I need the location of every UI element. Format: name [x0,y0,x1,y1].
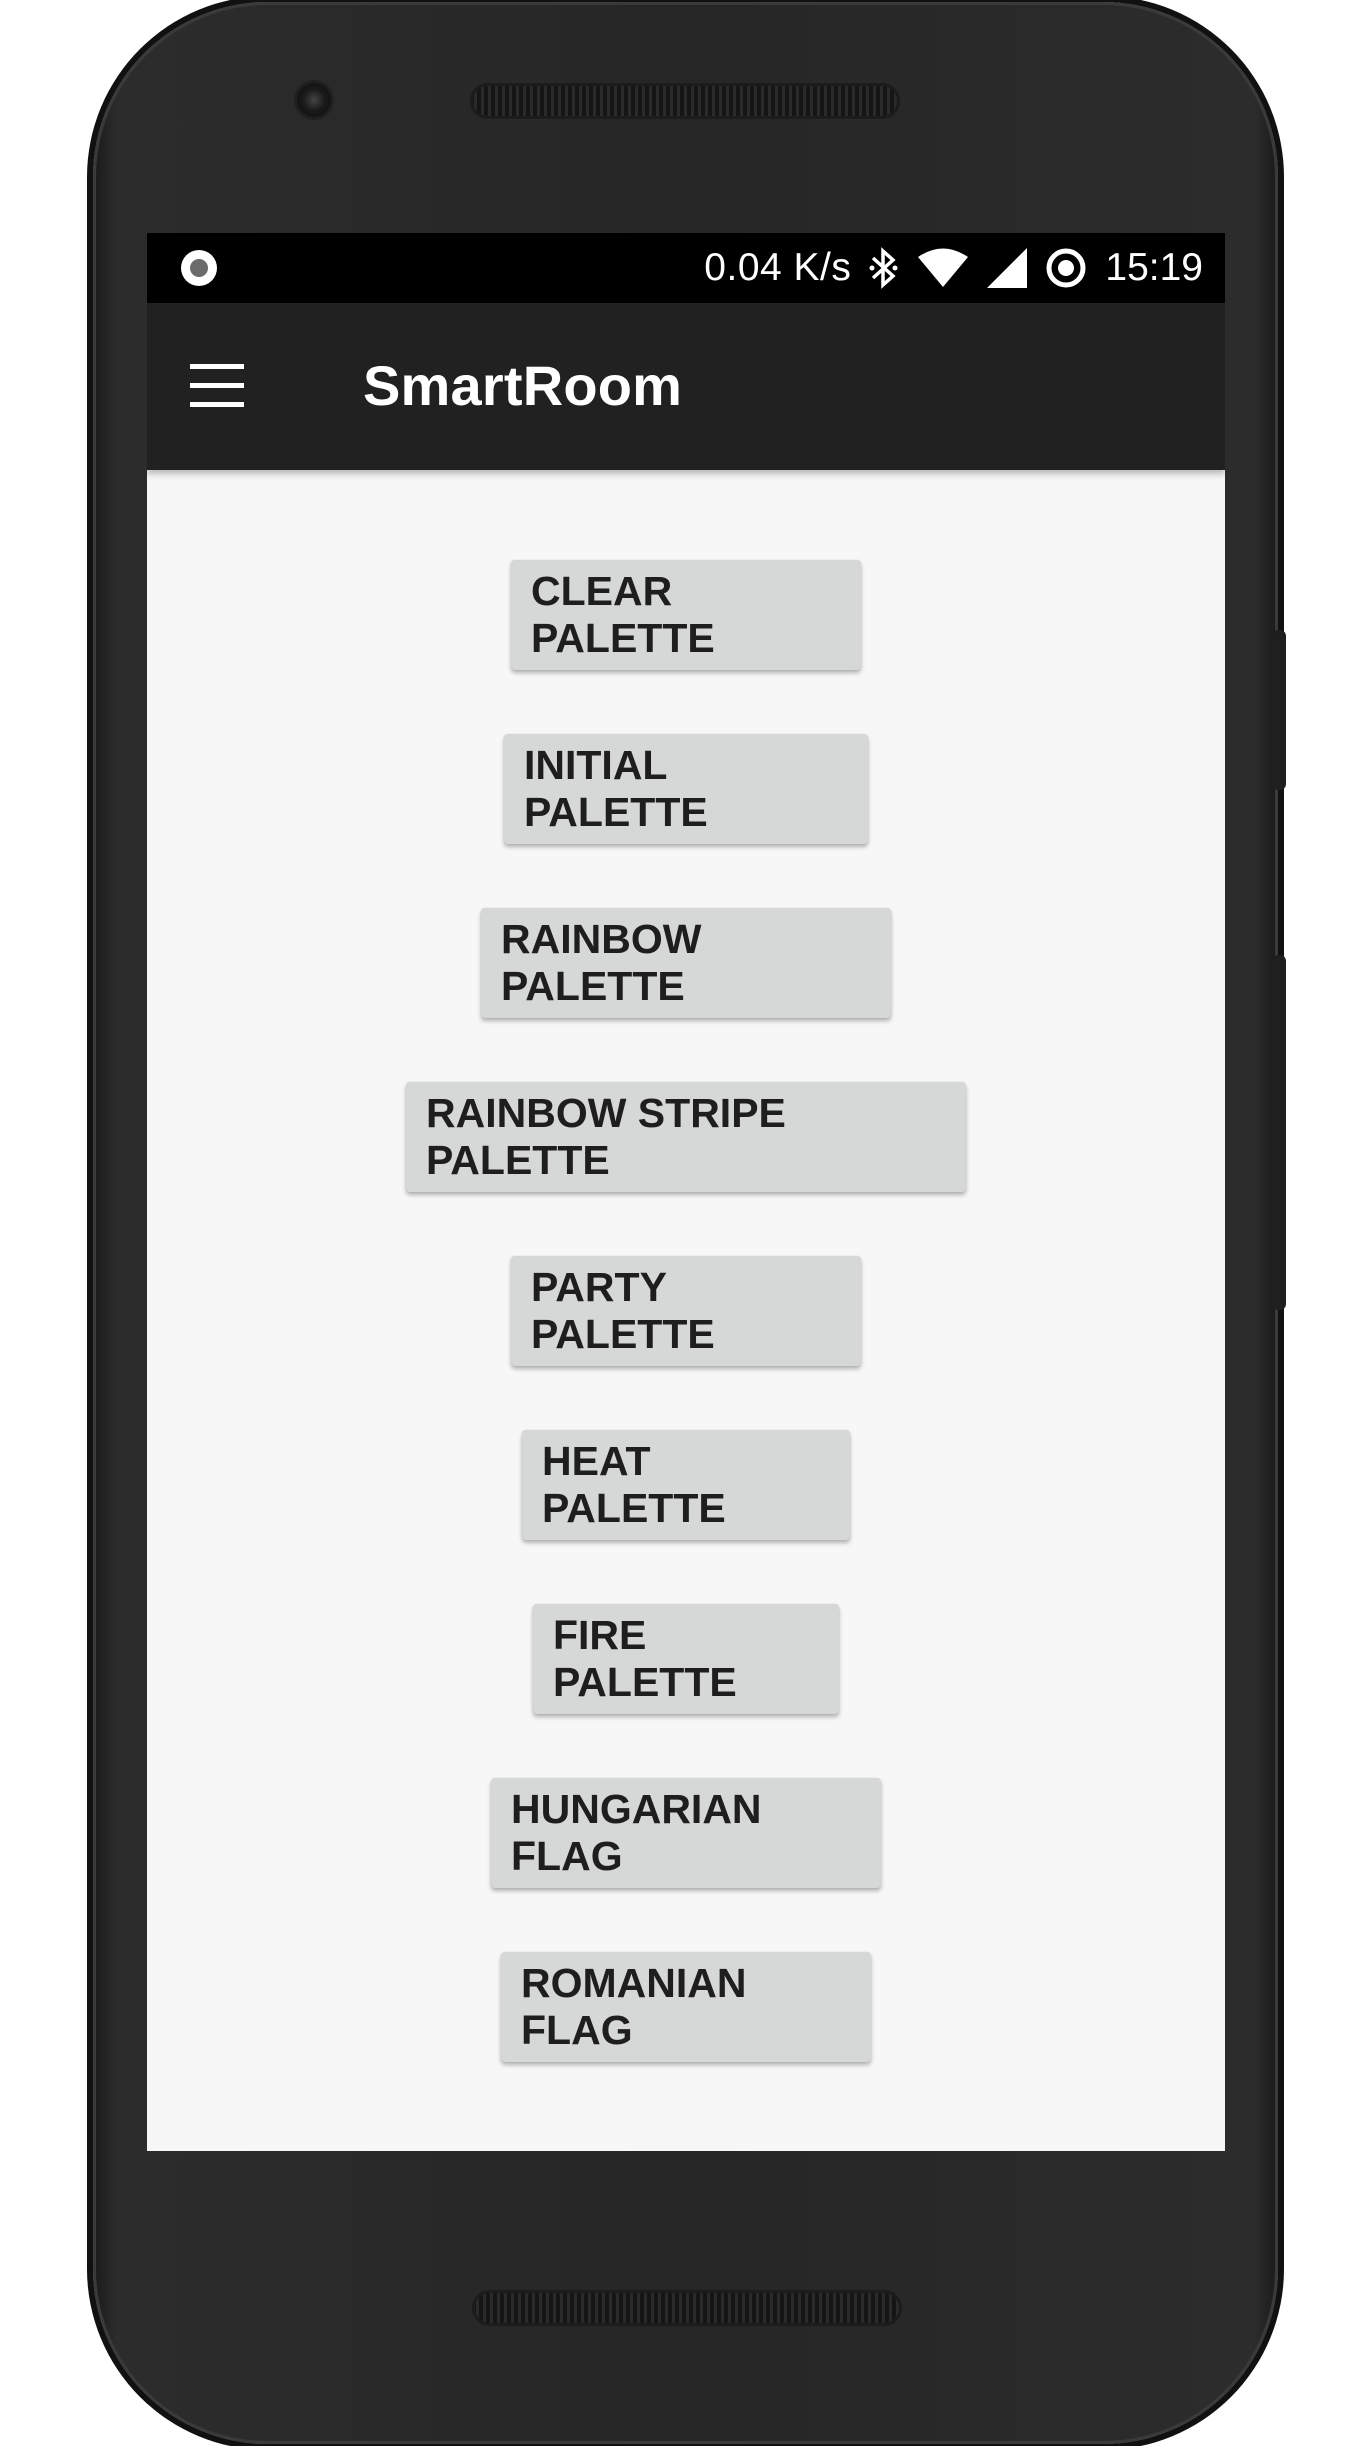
screen: 0.04 K/s 15:19 SmartRoom CLEAR PALETTE I… [147,233,1225,2151]
circle-record-icon [181,250,217,286]
front-camera [297,83,331,117]
rainbow-stripe-palette-button[interactable]: RAINBOW STRIPE PALETTE [406,1082,966,1192]
hungarian-flag-button[interactable]: HUNGARIAN FLAG [491,1778,881,1888]
wifi-icon [918,248,969,287]
app-title: SmartRoom [363,354,683,417]
party-palette-button[interactable]: PARTY PALETTE [511,1256,861,1366]
status-icons: 0.04 K/s 15:19 [704,233,1203,303]
clock: 15:19 [1105,246,1203,289]
heat-palette-button[interactable]: HEAT PALETTE [522,1430,850,1540]
network-speed: 0.04 K/s [704,246,852,289]
sync-circle-icon [1046,248,1086,288]
app-bar: SmartRoom [147,303,1225,470]
clear-palette-button[interactable]: CLEAR PALETTE [511,560,861,670]
bottom-speaker [472,2290,902,2326]
cell-signal-icon [987,248,1028,288]
romanian-flag-button[interactable]: ROMANIAN FLAG [501,1952,871,2062]
fire-palette-button[interactable]: FIRE PALETTE [533,1604,839,1714]
hamburger-menu-icon[interactable] [187,356,247,416]
palette-button-list: CLEAR PALETTE INITIAL PALETTE RAINBOW PA… [147,560,1225,2126]
status-bar: 0.04 K/s 15:19 [147,233,1225,303]
initial-palette-button[interactable]: INITIAL PALETTE [504,734,868,844]
rainbow-palette-button[interactable]: RAINBOW PALETTE [481,908,891,1018]
bluetooth-icon [869,247,898,289]
earpiece-speaker [470,83,900,119]
power-button [1272,630,1286,790]
volume-rocker [1272,955,1286,1310]
